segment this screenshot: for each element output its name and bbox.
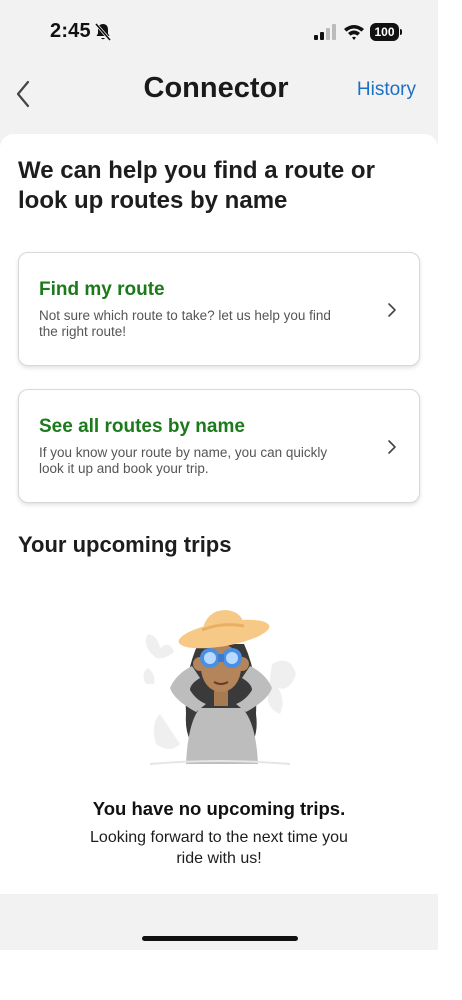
battery-level: 100 xyxy=(370,23,399,41)
battery-icon: 100 xyxy=(370,23,402,41)
navigation-bar: Connector History xyxy=(0,64,438,124)
status-bar: 2:45 100 xyxy=(0,0,438,64)
option-title: Find my route xyxy=(39,279,165,300)
woman-with-binoculars-illustration xyxy=(143,610,296,765)
app-screen: 2:45 100 Connector History We can help y… xyxy=(0,0,438,950)
home-indicator[interactable] xyxy=(142,936,298,941)
option-description: If you know your route by name, you can … xyxy=(39,445,328,476)
empty-state-subtitle: Looking forward to the next time you rid… xyxy=(90,829,348,867)
chevron-right-icon xyxy=(388,440,396,454)
empty-state-title: You have no upcoming trips. xyxy=(92,798,346,819)
signal-icon xyxy=(314,24,336,40)
upcoming-trips-title: Your upcoming trips xyxy=(18,532,232,557)
option-description: Not sure which route to take? let us hel… xyxy=(39,308,331,339)
option-title: See all routes by name xyxy=(39,416,245,437)
bell-slash-icon xyxy=(94,23,112,41)
see-all-routes-card[interactable]: See all routes by name If you know your … xyxy=(18,389,420,503)
main-content: We can help you find a route or look up … xyxy=(0,134,438,894)
find-my-route-card[interactable]: Find my route Not sure which route to ta… xyxy=(18,252,420,366)
status-time: 2:45 xyxy=(50,20,91,42)
chevron-right-icon xyxy=(388,303,396,317)
headline: We can help you find a route or look up … xyxy=(18,157,375,214)
wifi-icon xyxy=(344,25,364,40)
history-link[interactable]: History xyxy=(357,79,416,101)
